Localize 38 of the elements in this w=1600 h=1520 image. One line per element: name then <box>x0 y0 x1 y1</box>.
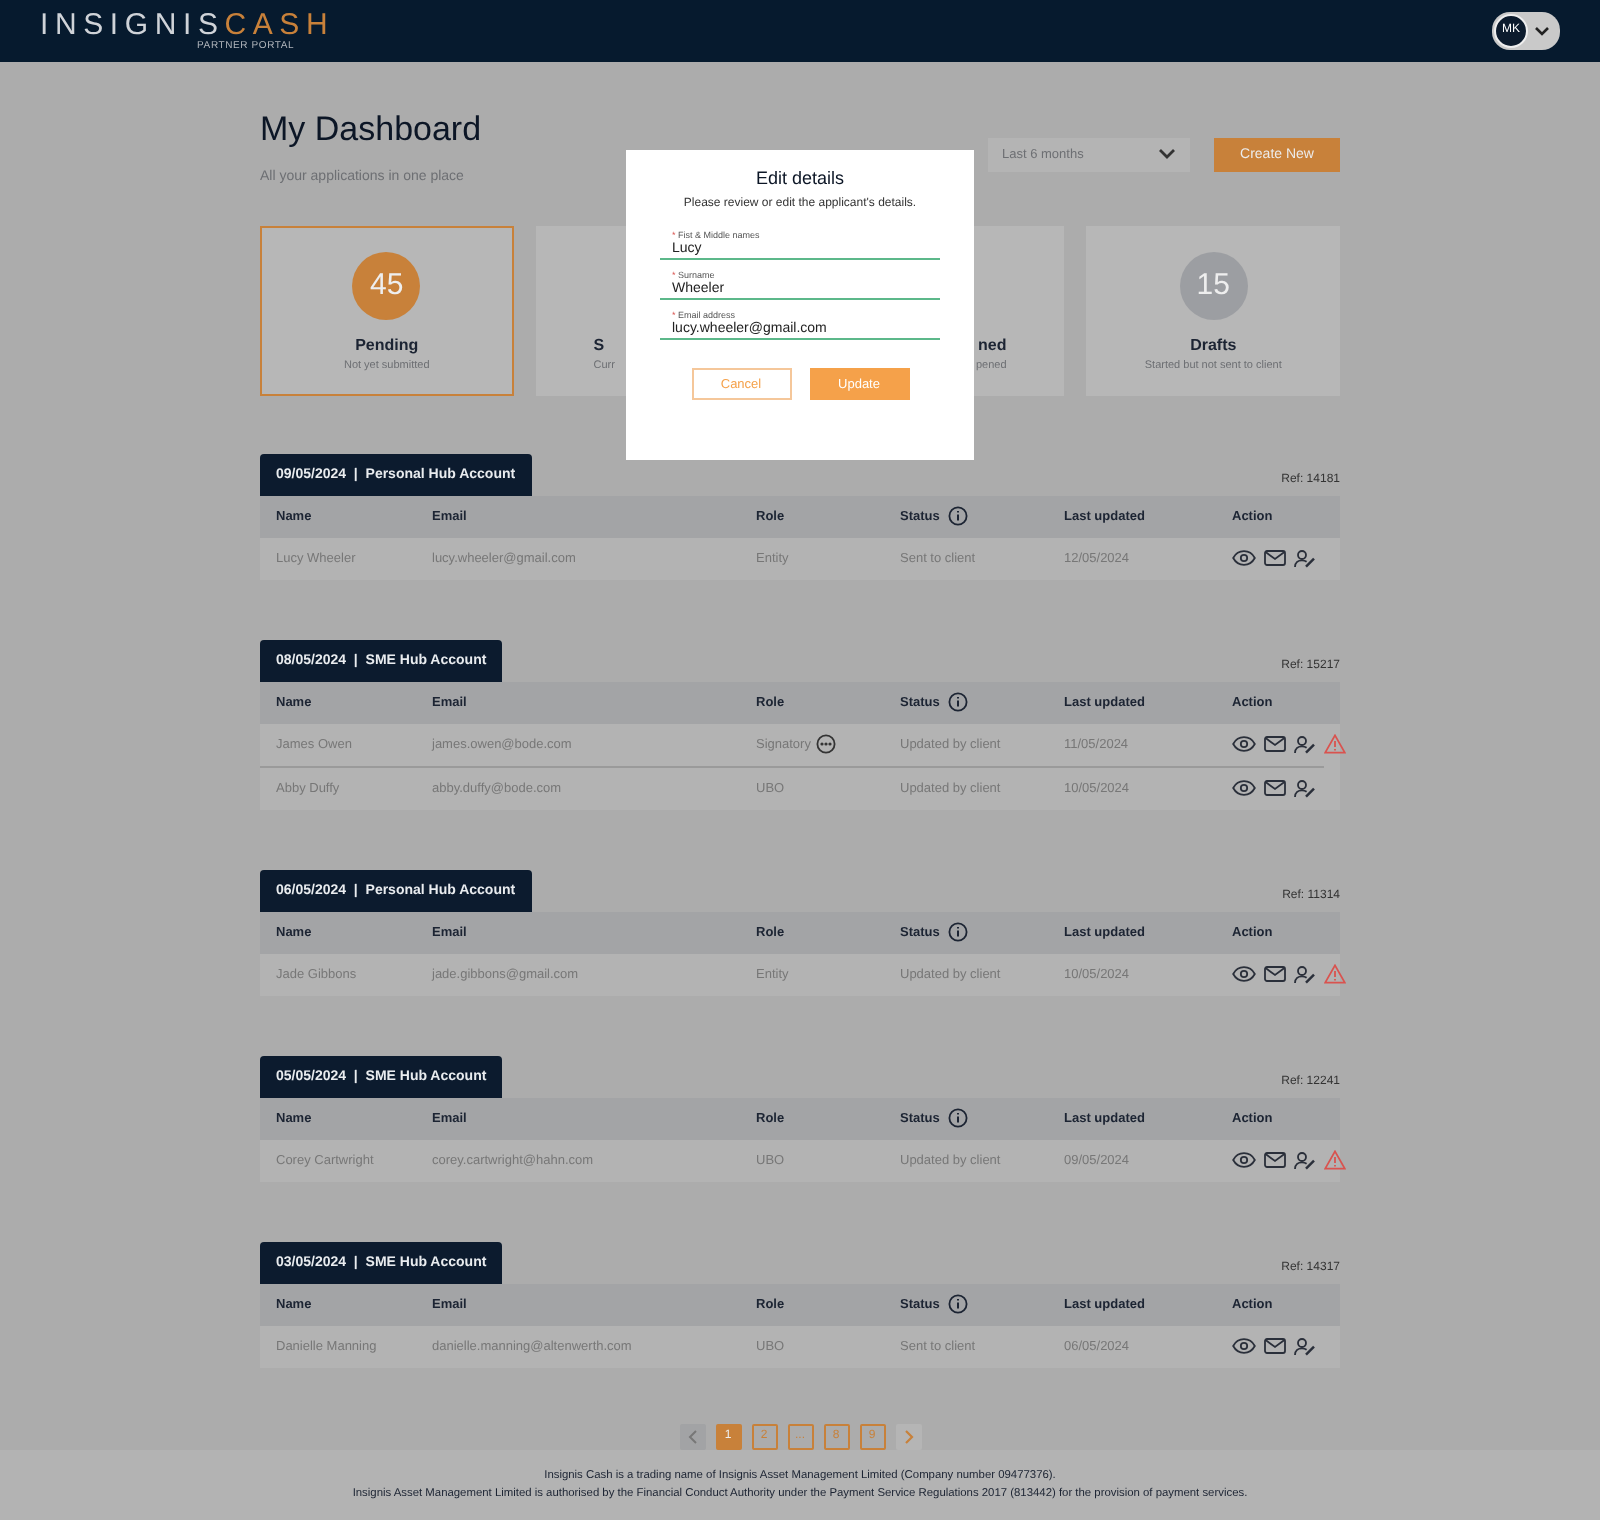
mail-icon[interactable] <box>1264 1338 1286 1355</box>
mail-icon[interactable] <box>1264 1152 1286 1169</box>
mail-icon[interactable] <box>1264 780 1286 797</box>
user-edit-icon[interactable] <box>1294 965 1316 984</box>
chevron-left-icon <box>687 1429 697 1444</box>
logo-text: INSIGNIS <box>40 7 225 42</box>
user-edit-icon[interactable] <box>1294 1151 1316 1170</box>
dialog-title: Edit details <box>755 168 845 188</box>
chevron-right-icon <box>903 1429 913 1444</box>
more-icon[interactable] <box>816 734 837 755</box>
user-edit-icon[interactable] <box>1294 779 1316 798</box>
info-icon <box>947 506 968 527</box>
stat-title: Drafts <box>1190 335 1237 354</box>
mail-icon[interactable] <box>1264 736 1286 753</box>
stat-title: Pending <box>355 335 419 354</box>
chevron-down-icon <box>1158 148 1176 161</box>
view-icon[interactable] <box>1232 736 1256 753</box>
mail-icon[interactable] <box>1264 550 1286 567</box>
chevron-down-icon <box>1534 25 1550 36</box>
info-icon <box>947 1294 968 1315</box>
info-icon <box>947 922 968 943</box>
view-icon[interactable] <box>1232 1152 1256 1169</box>
info-icon <box>947 692 968 713</box>
page-title: My Dashboard <box>260 109 482 150</box>
user-edit-icon[interactable] <box>1294 1337 1316 1356</box>
user-edit-icon[interactable] <box>1294 549 1316 568</box>
logo-text: CASH <box>224 7 335 42</box>
view-icon[interactable] <box>1232 1338 1256 1355</box>
count-badge: 15 <box>1179 251 1248 320</box>
view-icon[interactable] <box>1232 966 1256 983</box>
stat-title: ned <box>978 335 1007 354</box>
view-icon[interactable] <box>1232 550 1256 567</box>
user-edit-icon[interactable] <box>1294 735 1316 754</box>
info-icon <box>947 1108 968 1129</box>
view-icon[interactable] <box>1232 780 1256 797</box>
stat-title: S <box>593 335 605 354</box>
count-badge: 45 <box>352 251 421 320</box>
mail-icon[interactable] <box>1264 966 1286 983</box>
